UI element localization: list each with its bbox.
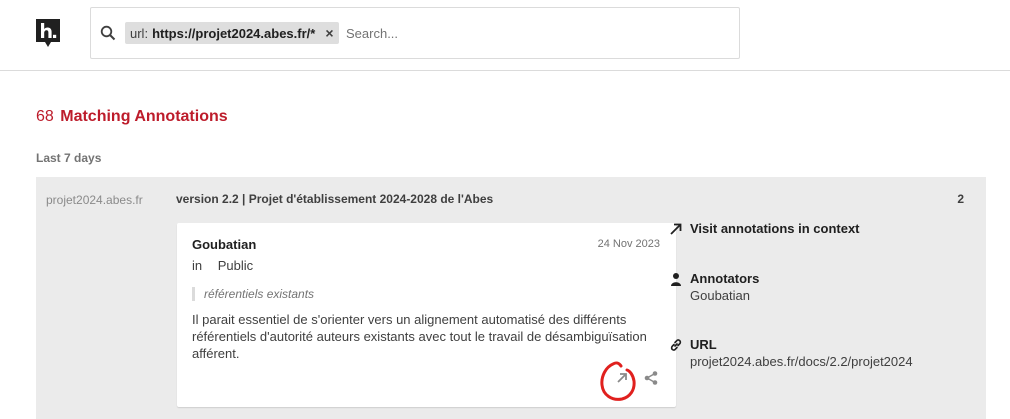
url-value[interactable]: projet2024.abes.fr/docs/2.2/projet2024 [690,354,913,369]
group-name[interactable]: Public [218,258,253,273]
annotators-label: Annotators [690,271,760,286]
annotation-quote: référentiels existants [192,287,314,301]
external-link-icon[interactable] [614,370,630,386]
visit-label[interactable]: Visit annotations in context [690,221,860,236]
bucket-domain[interactable]: projet2024.abes.fr [46,193,143,207]
results-count: 68 [36,108,54,125]
url-label: URL [690,337,717,352]
bucket-title[interactable]: version 2.2 | Projet d'établissement 202… [176,192,493,206]
filter-value: https://projet2024.abes.fr/* [152,25,316,41]
results-heading: 68 Matching Annotations [36,108,228,126]
annotators-value[interactable]: Goubatian [690,288,750,303]
bucket-count: 2 [957,192,964,206]
filter-key: url: [130,25,149,41]
annotation-card[interactable]: Goubatian 24 Nov 2023 in Public référent… [177,223,676,407]
annotation-bucket: projet2024.abes.fr version 2.2 | Projet … [36,177,986,419]
annotation-date[interactable]: 24 Nov 2023 [598,238,660,250]
top-bar: url: https://projet2024.abes.fr/* × [0,0,1010,71]
group-prefix: in [192,258,203,273]
period-heading: Last 7 days [36,151,102,165]
search-icon[interactable] [100,25,116,41]
annotation-author[interactable]: Goubatian [192,237,256,252]
share-icon[interactable] [643,370,659,386]
hypothesis-logo-icon[interactable] [36,19,60,48]
search-bar[interactable]: url: https://projet2024.abes.fr/* × [90,7,740,59]
search-filter-chip: url: https://projet2024.abes.fr/* × [125,22,339,44]
remove-filter-icon[interactable]: × [325,25,333,41]
user-icon [671,273,681,286]
search-input[interactable] [346,22,726,44]
annotation-group: in Public [192,258,253,273]
annotation-body: Il parait essentiel de s'orienter vers u… [192,312,647,361]
results-label: Matching Annotations [60,108,228,125]
link-icon [670,339,682,351]
arrow-up-right-icon [670,223,682,235]
